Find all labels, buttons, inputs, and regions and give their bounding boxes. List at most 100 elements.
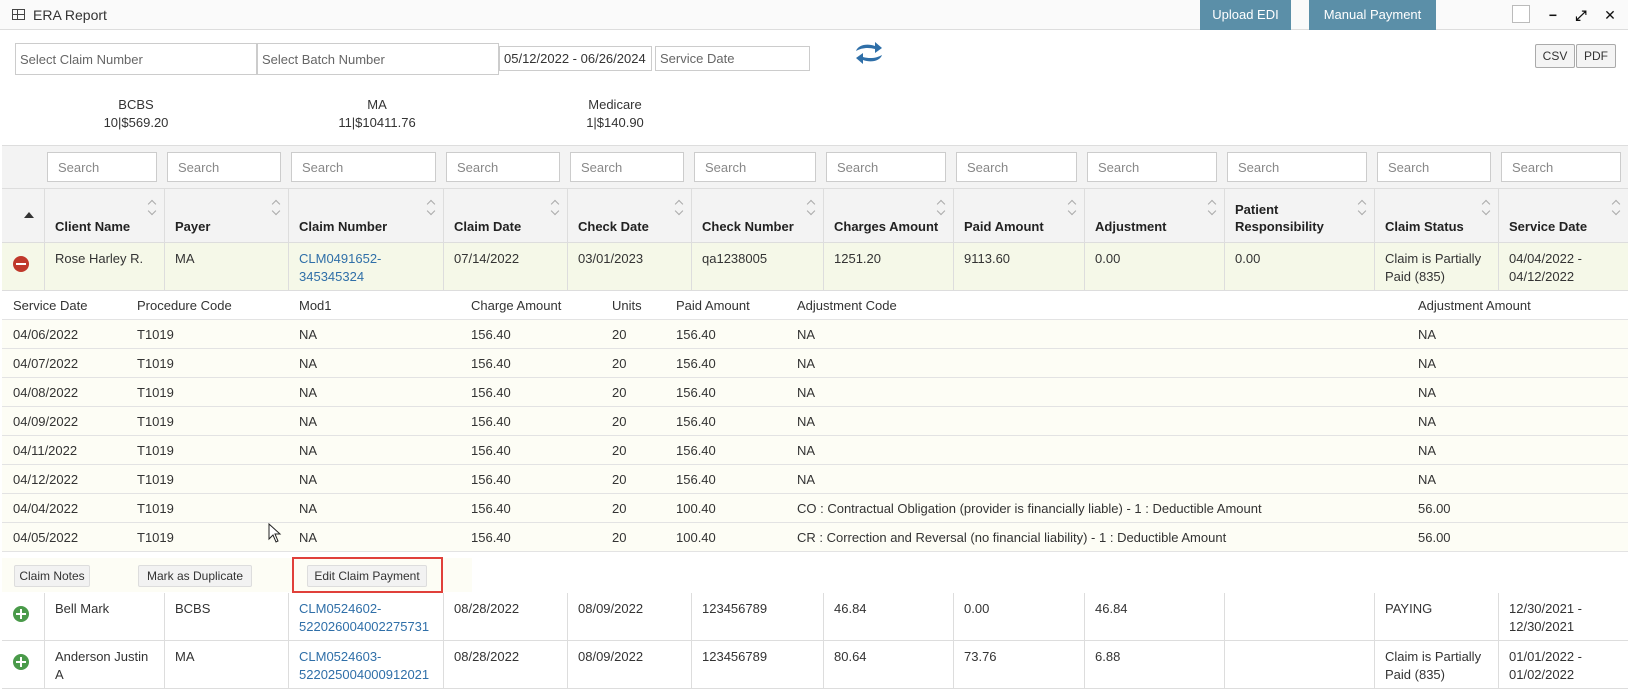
cell-claim-number[interactable]: CLM0491652-345345324 bbox=[288, 243, 443, 290]
header-patient-responsibility[interactable]: Patient Responsibility bbox=[1224, 189, 1374, 243]
cell-charges-amount: 80.64 bbox=[823, 641, 953, 688]
search-patient-responsibility[interactable] bbox=[1227, 152, 1367, 182]
header-client-name[interactable]: Client Name bbox=[44, 189, 164, 243]
header-claim-status[interactable]: Claim Status bbox=[1374, 189, 1498, 243]
detail-header-adjustment-amount: Adjustment Amount bbox=[1418, 298, 1531, 313]
detail-cell-mod1: NA bbox=[299, 385, 318, 400]
detail-cell-procedure-code: T1019 bbox=[137, 356, 174, 371]
header-adjustment[interactable]: Adjustment bbox=[1084, 189, 1224, 243]
detail-cell-procedure-code: T1019 bbox=[137, 530, 174, 545]
detail-cell-units: 20 bbox=[612, 356, 627, 371]
cell-payer: MA bbox=[164, 641, 288, 688]
detail-cell-adjustment-code: NA bbox=[797, 385, 816, 400]
detail-cell-charge-amount: 156.40 bbox=[471, 385, 511, 400]
csv-button[interactable]: CSV bbox=[1535, 44, 1575, 68]
search-claim-date[interactable] bbox=[446, 152, 560, 182]
cell-check-date: 08/09/2022 bbox=[567, 641, 691, 688]
header-paid-amount[interactable]: Paid Amount bbox=[953, 189, 1084, 243]
sort-icon[interactable] bbox=[272, 201, 282, 215]
batch-number-select[interactable] bbox=[257, 43, 499, 75]
sort-icon[interactable] bbox=[937, 201, 947, 215]
sort-icon[interactable] bbox=[551, 201, 561, 215]
detail-header-units: Units bbox=[612, 298, 642, 313]
detail-cell-adjustment-amount: NA bbox=[1418, 385, 1437, 400]
cell-patient-responsibility bbox=[1224, 593, 1374, 640]
detail-cell-units: 20 bbox=[612, 327, 627, 342]
detail-cell-service-date: 04/05/2022 bbox=[13, 530, 79, 545]
cell-adjustment: 46.84 bbox=[1084, 593, 1224, 640]
detail-cell-charge-amount: 156.40 bbox=[471, 414, 511, 429]
search-client-name[interactable] bbox=[47, 152, 157, 182]
upload-edi-button[interactable]: Upload EDI bbox=[1200, 0, 1291, 30]
expand-row-icon[interactable] bbox=[13, 606, 29, 622]
mark-as-duplicate-button[interactable]: Mark as Duplicate bbox=[138, 565, 252, 587]
sort-icon[interactable] bbox=[427, 201, 437, 215]
column-search-row bbox=[2, 145, 1628, 189]
search-paid-amount[interactable] bbox=[956, 152, 1077, 182]
table-row[interactable]: Anderson Justin A MA CLM0524603-5220250040… bbox=[2, 641, 1628, 689]
sort-icon[interactable] bbox=[675, 201, 685, 215]
caret-up-icon bbox=[24, 212, 34, 218]
maximize-icon[interactable]: ⤢ bbox=[1571, 5, 1591, 25]
cell-claim-number[interactable]: CLM0524603-522025004000912021 bbox=[288, 641, 443, 688]
search-adjustment[interactable] bbox=[1087, 152, 1217, 182]
detail-cell-paid-amount: 100.40 bbox=[676, 501, 716, 516]
claim-number-select[interactable] bbox=[15, 43, 257, 75]
detail-cell-service-date: 04/11/2022 bbox=[13, 443, 78, 458]
detail-cell-adjustment-code: NA bbox=[797, 356, 816, 371]
highlight-box bbox=[292, 557, 443, 593]
detail-cell-charge-amount: 156.40 bbox=[471, 327, 511, 342]
header-payer[interactable]: Payer bbox=[164, 189, 288, 243]
table-row[interactable]: Bell Mark BCBS CLM0524602-5220260040022757… bbox=[2, 593, 1628, 641]
header-claim-number[interactable]: Claim Number bbox=[288, 189, 443, 243]
header-check-date[interactable]: Check Date bbox=[567, 189, 691, 243]
cell-claim-number[interactable]: CLM0524602-522026004002275731 bbox=[288, 593, 443, 640]
sort-icon[interactable] bbox=[1482, 201, 1492, 215]
table-icon bbox=[12, 9, 25, 20]
minimize-icon[interactable]: − bbox=[1543, 5, 1563, 25]
detail-row: 04/11/2022 T1019 NA 156.40 20 156.40 NA NA bbox=[2, 436, 1628, 465]
search-check-number[interactable] bbox=[694, 152, 816, 182]
detail-cell-service-date: 04/04/2022 bbox=[13, 501, 79, 516]
search-charges-amount[interactable] bbox=[826, 152, 946, 182]
search-service-date[interactable] bbox=[1501, 152, 1621, 182]
expand-all-header[interactable] bbox=[2, 189, 44, 243]
search-payer[interactable] bbox=[167, 152, 281, 182]
cell-adjustment: 6.88 bbox=[1084, 641, 1224, 688]
header-claim-date[interactable]: Claim Date bbox=[443, 189, 567, 243]
detail-cell-paid-amount: 156.40 bbox=[676, 472, 716, 487]
sort-icon[interactable] bbox=[1612, 201, 1622, 215]
sort-icon[interactable] bbox=[148, 201, 158, 215]
header-service-date[interactable]: Service Date bbox=[1498, 189, 1628, 243]
table-row[interactable]: Rose Harley R. MA CLM0491652-345345324 07/1… bbox=[2, 243, 1628, 291]
sort-icon[interactable] bbox=[807, 201, 817, 215]
detail-cell-charge-amount: 156.40 bbox=[471, 356, 511, 371]
detail-header-row: Service Date Procedure Code Mod1 Charge Amo… bbox=[2, 291, 1628, 320]
search-check-date[interactable] bbox=[570, 152, 684, 182]
manual-payment-button[interactable]: Manual Payment bbox=[1309, 0, 1436, 30]
pdf-button[interactable]: PDF bbox=[1576, 44, 1616, 68]
search-claim-number[interactable] bbox=[291, 152, 436, 182]
detail-cell-charge-amount: 156.40 bbox=[471, 501, 511, 516]
date-range-input[interactable] bbox=[499, 46, 652, 71]
sort-icon[interactable] bbox=[1068, 201, 1078, 215]
cell-paid-amount: 0.00 bbox=[953, 593, 1084, 640]
summary-item: Medicare 1|$140.90 bbox=[535, 96, 695, 132]
detail-cell-paid-amount: 100.40 bbox=[676, 530, 716, 545]
service-date-input[interactable] bbox=[655, 46, 810, 71]
close-icon[interactable]: ✕ bbox=[1600, 5, 1620, 25]
cell-claim-status: Claim is Partially Paid (835) bbox=[1374, 641, 1498, 688]
header-check-number[interactable]: Check Number bbox=[691, 189, 823, 243]
search-claim-status[interactable] bbox=[1377, 152, 1491, 182]
sort-icon[interactable] bbox=[1208, 201, 1218, 215]
sort-icon[interactable] bbox=[1358, 201, 1368, 215]
detail-header-service-date: Service Date bbox=[13, 298, 88, 313]
expand-row-icon[interactable] bbox=[13, 654, 29, 670]
claim-notes-button[interactable]: Claim Notes bbox=[14, 565, 90, 587]
refresh-icon[interactable] bbox=[853, 40, 885, 66]
window-checkbox[interactable] bbox=[1512, 5, 1530, 23]
header-charges-amount[interactable]: Charges Amount bbox=[823, 189, 953, 243]
detail-cell-service-date: 04/06/2022 bbox=[13, 327, 79, 342]
detail-cell-mod1: NA bbox=[299, 356, 318, 371]
collapse-row-icon[interactable] bbox=[13, 256, 29, 272]
